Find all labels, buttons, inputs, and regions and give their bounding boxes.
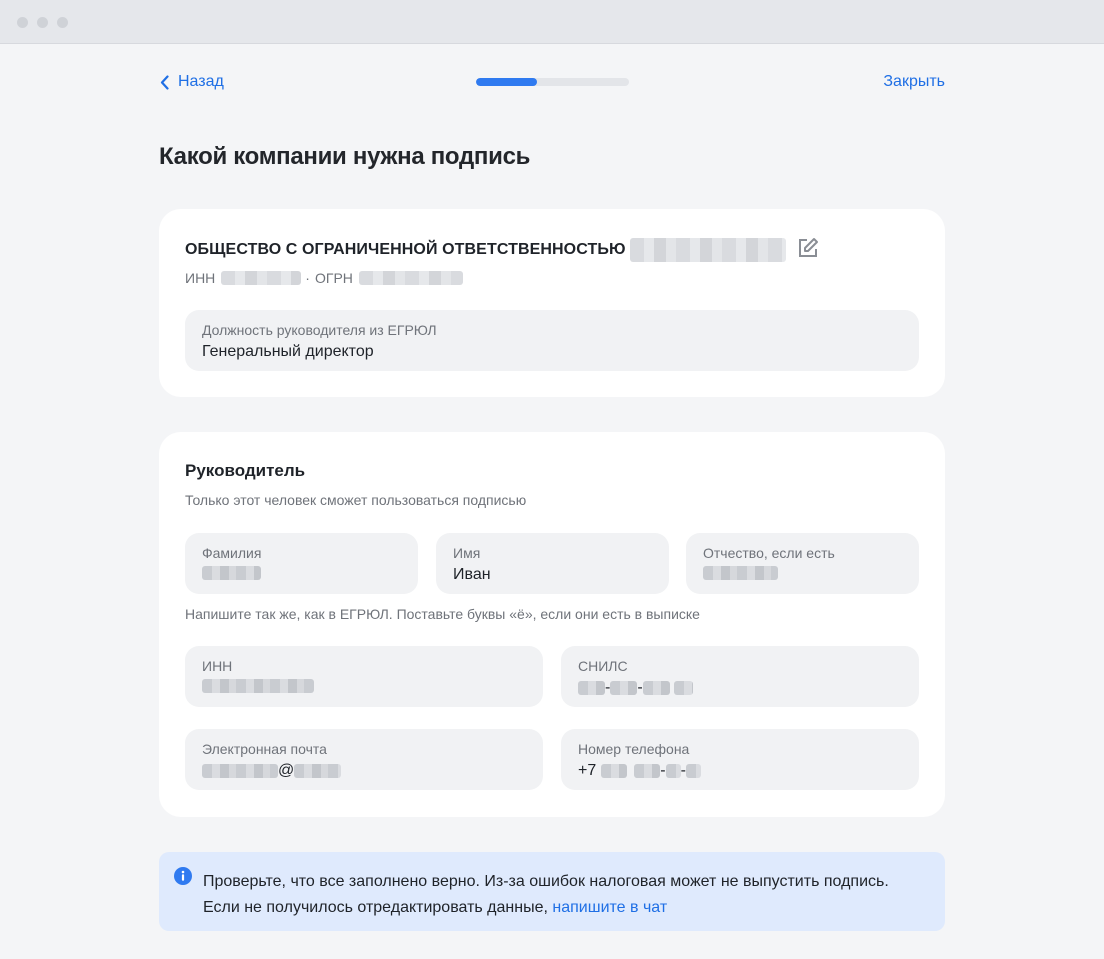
company-name-text: ОБЩЕСТВО С ОГРАНИЧЕННОЙ ОТВЕТСТВЕННОСТЬЮ	[185, 241, 626, 258]
window-titlebar	[0, 0, 1104, 44]
window-minimize-dot[interactable]	[37, 17, 48, 28]
phone-prefix: +7	[578, 762, 597, 779]
inn-field-label: ИНН	[202, 658, 233, 674]
surname-value	[202, 566, 261, 580]
position-field[interactable]: Должность руководителя из ЕГРЮЛ Генераль…	[185, 310, 919, 371]
phone-sep: -	[660, 762, 666, 779]
info-notice: Проверьте, что все заполнено верно. Из-з…	[159, 852, 945, 931]
company-name-redacted	[629, 238, 786, 262]
phone-label: Номер телефона	[578, 741, 690, 757]
name-value: Иван	[453, 566, 491, 583]
phone-part-redacted	[685, 764, 701, 778]
close-button[interactable]: Закрыть	[883, 73, 945, 91]
director-title: Руководитель	[185, 461, 306, 480]
position-label: Должность руководителя из ЕГРЮЛ	[202, 322, 437, 338]
chevron-left-icon	[160, 74, 169, 90]
edit-icon[interactable]	[797, 237, 819, 259]
patronymic-field[interactable]: Отчество, если есть	[686, 533, 919, 594]
step-progress-bar	[476, 78, 629, 86]
notice-line-2-text: Если не получилось отредактировать данны…	[203, 899, 548, 916]
inn-field[interactable]: ИНН	[185, 646, 543, 707]
info-icon	[174, 867, 192, 885]
email-domain-redacted	[294, 764, 342, 778]
email-field[interactable]: Электронная почта @	[185, 729, 543, 790]
position-value: Генеральный директор	[202, 343, 374, 360]
snils-part-redacted	[673, 681, 693, 695]
snils-field[interactable]: СНИЛС - -	[561, 646, 919, 707]
notice-text: Проверьте, что все заполнено верно. Из-з…	[203, 869, 889, 921]
company-ids: ИНН · ОГРН	[185, 270, 467, 286]
patronymic-value	[703, 566, 778, 580]
email-value: @	[202, 762, 342, 780]
snils-part-redacted	[610, 681, 638, 695]
name-label: Имя	[453, 545, 481, 561]
phone-part-redacted	[665, 764, 681, 778]
patronymic-label: Отчество, если есть	[703, 545, 835, 561]
snils-part-redacted	[578, 681, 605, 695]
window-close-dot[interactable]	[17, 17, 28, 28]
back-button[interactable]: Назад	[160, 73, 224, 91]
director-card: Руководитель Только этот человек сможет …	[159, 432, 945, 817]
company-name: ОБЩЕСТВО С ОГРАНИЧЕННОЙ ОТВЕТСТВЕННОСТЬЮ	[185, 238, 786, 262]
snils-part-redacted	[642, 681, 670, 695]
email-label: Электронная почта	[202, 741, 327, 757]
surname-label: Фамилия	[202, 545, 262, 561]
chat-link[interactable]: напишите в чат	[552, 899, 667, 916]
id-separator: ·	[305, 270, 310, 286]
page-title: Какой компании нужна подпись	[159, 143, 531, 170]
window-maximize-dot[interactable]	[57, 17, 68, 28]
snils-sep: -	[637, 679, 643, 696]
notice-line-2: Если не получилось отредактировать данны…	[203, 895, 889, 921]
surname-field[interactable]: Фамилия	[185, 533, 418, 594]
ogrn-label: ОГРН	[314, 270, 353, 286]
inn-redacted	[221, 271, 302, 285]
snils-label: СНИЛС	[578, 658, 628, 674]
name-hint: Напишите так же, как в ЕГРЮЛ. Поставьте …	[185, 606, 700, 622]
phone-part-redacted	[601, 764, 628, 778]
patronymic-redacted	[703, 566, 778, 580]
surname-redacted	[202, 566, 261, 580]
phone-part-redacted	[634, 764, 661, 778]
email-user-redacted	[202, 764, 278, 778]
inn-field-value	[202, 679, 314, 693]
phone-value: +7 - -	[578, 762, 701, 780]
back-label: Назад	[178, 73, 224, 90]
email-at: @	[278, 762, 295, 779]
name-field[interactable]: Имя Иван	[436, 533, 669, 594]
notice-line-1: Проверьте, что все заполнено верно. Из-з…	[203, 873, 889, 890]
director-subtitle: Только этот человек сможет пользоваться …	[185, 492, 527, 508]
inn-label: ИНН	[185, 270, 216, 286]
company-card: ОБЩЕСТВО С ОГРАНИЧЕННОЙ ОТВЕТСТВЕННОСТЬЮ…	[159, 209, 945, 397]
progress-fill	[476, 78, 538, 86]
phone-field[interactable]: Номер телефона +7 - -	[561, 729, 919, 790]
ogrn-redacted	[358, 271, 463, 285]
inn-field-redacted	[202, 679, 314, 693]
snils-value: - -	[578, 679, 693, 697]
